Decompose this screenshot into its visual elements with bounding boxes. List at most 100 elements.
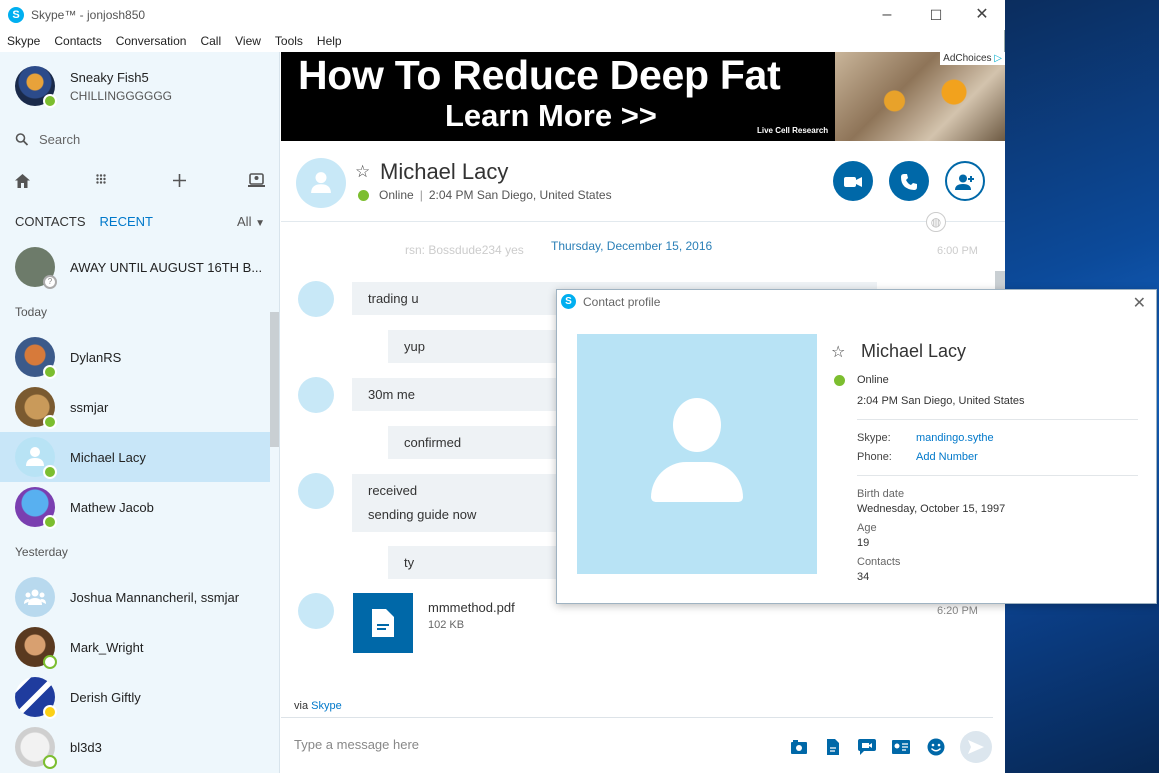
contacts-label: Contacts xyxy=(857,556,901,568)
menu-contacts[interactable]: Contacts xyxy=(54,34,101,48)
search-box[interactable]: Search xyxy=(15,132,80,147)
birth-date-value: Wednesday, October 15, 1997 xyxy=(857,503,1006,515)
video-message-icon[interactable] xyxy=(858,739,876,755)
online-status-icon xyxy=(43,365,57,379)
add-icon[interactable] xyxy=(173,174,186,187)
my-avatar[interactable] xyxy=(15,66,57,108)
contact-item-selected[interactable]: Michael Lacy xyxy=(0,432,270,482)
divider xyxy=(857,475,1138,476)
offline-status-icon xyxy=(43,755,57,769)
contact-item[interactable]: ? AWAY UNTIL AUGUST 16TH B... xyxy=(0,242,270,292)
contact-avatar xyxy=(15,727,57,769)
globe-icon[interactable]: ◍ xyxy=(926,212,946,232)
birth-date-label: Birth date xyxy=(857,488,905,500)
profile-name: Michael Lacy xyxy=(861,341,967,361)
file-time: 6:20 PM xyxy=(937,605,978,617)
away-status-icon xyxy=(43,705,57,719)
contact-item[interactable]: Joshua Mannancheril, ssmjar xyxy=(0,572,270,622)
add-person-icon xyxy=(955,174,974,190)
menu-conversation[interactable]: Conversation xyxy=(116,34,187,48)
sidebar-scrollbar[interactable] xyxy=(270,312,279,447)
close-button[interactable]: ✕ xyxy=(959,0,1005,30)
conversation-avatar[interactable] xyxy=(296,158,346,208)
contact-item[interactable]: Mathew Jacob xyxy=(0,482,270,532)
add-people-button[interactable] xyxy=(945,161,985,201)
home-icon[interactable] xyxy=(15,174,30,188)
send-photo-icon[interactable] xyxy=(791,740,807,754)
close-icon[interactable]: ✕ xyxy=(1133,293,1146,313)
menu-help[interactable]: Help xyxy=(317,34,342,48)
voice-call-button[interactable] xyxy=(889,161,929,201)
my-profile[interactable]: Sneaky Fish5 CHILLINGGGGGG xyxy=(15,66,172,108)
filter-dropdown[interactable]: All ▼ xyxy=(237,214,265,229)
contact-item[interactable]: DylanRS xyxy=(0,332,270,382)
date-divider: Thursday, December 15, 2016 xyxy=(551,239,713,253)
person-icon xyxy=(26,447,44,466)
contact-name: AWAY UNTIL AUGUST 16TH B... xyxy=(70,259,263,275)
my-mood[interactable]: CHILLINGGGGGG xyxy=(70,89,172,103)
phone-icon xyxy=(901,173,917,190)
video-call-button[interactable] xyxy=(833,161,873,201)
contact-avatar xyxy=(15,677,57,719)
menu-call[interactable]: Call xyxy=(200,34,221,48)
profile-status-text: Online xyxy=(857,374,889,386)
menu-bar: Skype Contacts Conversation Call View To… xyxy=(0,30,1005,52)
contact-name: Michael Lacy xyxy=(70,449,146,465)
favorite-star-icon[interactable]: ☆ xyxy=(831,342,845,362)
maximize-button[interactable]: ☐ xyxy=(913,0,959,30)
file-size: 102 KB xyxy=(428,619,465,631)
contact-item[interactable]: Mark_Wright xyxy=(0,622,270,672)
file-name[interactable]: mmmethod.pdf xyxy=(428,600,515,615)
ad-source: Live Cell Research xyxy=(757,126,829,135)
via-label: via Skype xyxy=(294,700,342,712)
contact-avatar xyxy=(15,487,57,529)
ad-banner[interactable]: How To Reduce Deep Fat Learn More >> Liv… xyxy=(281,52,1005,141)
conversation-name[interactable]: Michael Lacy xyxy=(380,159,508,185)
file-attachment[interactable] xyxy=(353,593,413,653)
document-icon xyxy=(372,609,394,637)
add-number-link[interactable]: Add Number xyxy=(916,451,978,463)
contact-item[interactable]: ssmjar xyxy=(0,382,270,432)
send-file-icon[interactable] xyxy=(827,739,839,755)
skype-name-link[interactable]: mandingo.sythe xyxy=(916,432,994,444)
online-status-icon xyxy=(43,515,57,529)
skype-logo-icon: S xyxy=(561,294,576,309)
online-status-icon xyxy=(43,415,57,429)
contact-avatar xyxy=(15,627,57,669)
menu-view[interactable]: View xyxy=(235,34,261,48)
contact-card-icon[interactable] xyxy=(248,173,265,188)
via-skype-link[interactable]: Skype xyxy=(311,700,342,712)
online-status-icon xyxy=(834,374,845,386)
contact-item[interactable]: bl3d3 xyxy=(0,722,270,772)
adchoices-link[interactable]: AdChoices ▷ xyxy=(940,52,1005,65)
online-status-icon xyxy=(43,465,57,479)
contact-item[interactable]: Derish Giftly xyxy=(0,672,270,722)
menu-skype[interactable]: Skype xyxy=(7,34,40,48)
send-button[interactable] xyxy=(960,731,992,763)
compose-bar: Type a message here xyxy=(281,717,993,773)
offline-status-icon xyxy=(43,655,57,669)
emoticon-icon[interactable] xyxy=(927,738,945,756)
send-contacts-icon[interactable] xyxy=(892,740,910,754)
dialpad-icon[interactable] xyxy=(96,174,106,186)
online-status-icon xyxy=(43,94,57,108)
tab-contacts[interactable]: CONTACTS xyxy=(15,214,86,229)
dialog-title: Contact profile xyxy=(583,294,661,309)
contact-name: Joshua Mannancheril, ssmjar xyxy=(70,589,240,605)
adchoices-icon: ▷ xyxy=(994,53,1002,64)
conversation-status: Online | 2:04 PM San Diego, United State… xyxy=(358,188,612,202)
message-input[interactable]: Type a message here xyxy=(294,737,419,752)
adchoices-label: AdChoices xyxy=(943,53,992,64)
minimize-button[interactable]: – xyxy=(864,0,910,30)
tab-recent[interactable]: RECENT xyxy=(100,214,153,229)
faded-message: rsn: Bossdude234 yes xyxy=(405,243,524,257)
online-status-icon xyxy=(358,189,369,201)
person-body-shape xyxy=(651,462,743,502)
ad-headline: How To Reduce Deep Fat xyxy=(298,52,781,98)
contact-avatar xyxy=(15,437,57,479)
menu-tools[interactable]: Tools xyxy=(275,34,303,48)
ad-cta: Learn More >> xyxy=(445,98,657,133)
favorite-star-icon[interactable]: ☆ xyxy=(355,162,370,182)
status-text: Online xyxy=(379,188,414,202)
via-text: via xyxy=(294,700,309,712)
